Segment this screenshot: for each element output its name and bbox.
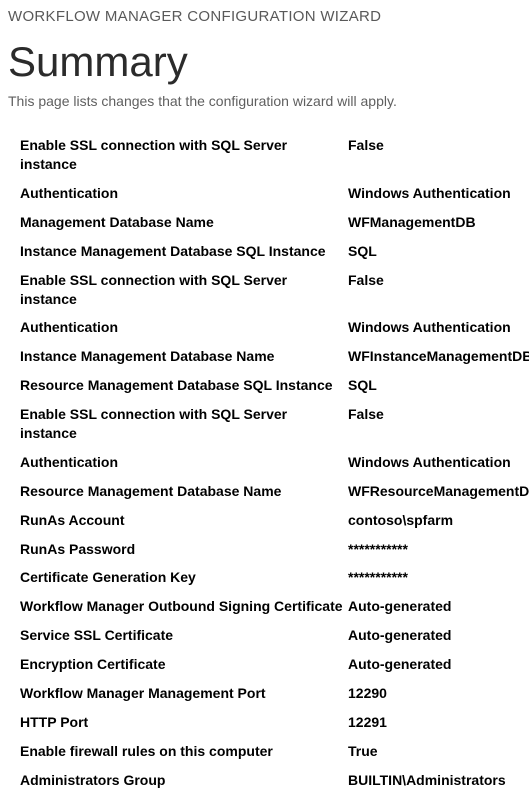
setting-label: Authentication [6,313,348,342]
setting-label: Encryption Certificate [6,650,348,679]
page-title: Summary [8,39,523,85]
setting-label: Authentication [6,179,348,208]
setting-value: Windows Authentication [348,313,523,342]
setting-label: Instance Management Database SQL Instanc… [6,237,348,266]
settings-row: AuthenticationWindows Authentication [6,448,523,477]
settings-row: Administrators GroupBUILTIN\Administrato… [6,766,523,795]
setting-label: Authentication [6,448,348,477]
setting-value: WFInstanceManagementDB [348,342,523,371]
settings-row: HTTP Port12291 [6,708,523,737]
settings-row: Enable SSL connection with SQL Server in… [6,131,523,179]
setting-value: False [348,266,523,314]
settings-table: Enable SSL connection with SQL Server in… [6,131,523,794]
settings-row: Workflow Manager Outbound Signing Certif… [6,592,523,621]
settings-row: Encryption CertificateAuto-generated [6,650,523,679]
setting-value: *********** [348,535,523,564]
settings-row: RunAs Password*********** [6,535,523,564]
setting-value: 12291 [348,708,523,737]
settings-row: Instance Management Database SQL Instanc… [6,237,523,266]
settings-row: AuthenticationWindows Authentication [6,179,523,208]
setting-value: SQL [348,237,523,266]
setting-label: Enable SSL connection with SQL Server in… [6,131,348,179]
wizard-header: WORKFLOW MANAGER CONFIGURATION WIZARD [8,8,523,25]
setting-label: RunAs Password [6,535,348,564]
setting-value: Auto-generated [348,592,523,621]
setting-label: Workflow Manager Management Port [6,679,348,708]
setting-label: RunAs Account [6,506,348,535]
setting-label: Workflow Manager Outbound Signing Certif… [6,592,348,621]
settings-row: Enable SSL connection with SQL Server in… [6,266,523,314]
settings-row: RunAs Accountcontoso\spfarm [6,506,523,535]
setting-label: Enable SSL connection with SQL Server in… [6,266,348,314]
setting-value: Windows Authentication [348,448,523,477]
setting-label: Enable SSL connection with SQL Server in… [6,400,348,448]
setting-value: True [348,737,523,766]
setting-value: *********** [348,563,523,592]
setting-label: Management Database Name [6,208,348,237]
settings-row: Instance Management Database NameWFInsta… [6,342,523,371]
setting-value: BUILTIN\Administrators [348,766,523,795]
setting-label: HTTP Port [6,708,348,737]
setting-label: Certificate Generation Key [6,563,348,592]
setting-label: Resource Management Database Name [6,477,348,506]
setting-label: Enable firewall rules on this computer [6,737,348,766]
setting-value: 12290 [348,679,523,708]
setting-value: False [348,131,523,179]
setting-label: Administrators Group [6,766,348,795]
setting-value: SQL [348,371,523,400]
setting-label: Instance Management Database Name [6,342,348,371]
setting-value: Auto-generated [348,621,523,650]
setting-label: Service SSL Certificate [6,621,348,650]
setting-value: contoso\spfarm [348,506,523,535]
settings-row: Workflow Manager Management Port12290 [6,679,523,708]
settings-row: Resource Management Database NameWFResou… [6,477,523,506]
settings-row: Management Database NameWFManagementDB [6,208,523,237]
setting-value: WFManagementDB [348,208,523,237]
settings-row: Resource Management Database SQL Instanc… [6,371,523,400]
settings-row: Service SSL CertificateAuto-generated [6,621,523,650]
settings-row: AuthenticationWindows Authentication [6,313,523,342]
setting-value: False [348,400,523,448]
setting-value: WFResourceManagementDB [348,477,523,506]
page-description: This page lists changes that the configu… [8,93,523,109]
setting-value: Windows Authentication [348,179,523,208]
settings-row: Enable SSL connection with SQL Server in… [6,400,523,448]
settings-row: Certificate Generation Key*********** [6,563,523,592]
setting-label: Resource Management Database SQL Instanc… [6,371,348,400]
setting-value: Auto-generated [348,650,523,679]
settings-row: Enable firewall rules on this computerTr… [6,737,523,766]
